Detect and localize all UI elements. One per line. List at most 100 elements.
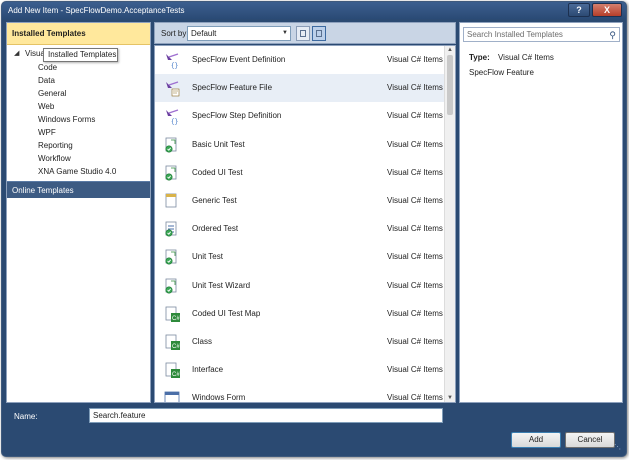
tree-item-code[interactable]: Code [7, 61, 150, 74]
template-row[interactable]: Unit Test Wizard Visual C# Items [155, 272, 444, 300]
template-category: Visual C# Items [387, 55, 443, 64]
svg-text:{}: {} [171, 62, 178, 69]
template-category: Visual C# Items [387, 337, 443, 346]
cancel-button[interactable]: Cancel [565, 432, 615, 448]
dialog-title: Add New Item - SpecFlowDemo.AcceptanceTe… [8, 6, 185, 15]
tree-item-reporting[interactable]: Reporting [7, 139, 150, 152]
template-name: Ordered Test [192, 224, 239, 234]
search-placeholder: Search Installed Templates [467, 30, 563, 39]
coded-ui-test-icon [163, 164, 181, 182]
template-row[interactable]: Ordered Test Visual C# Items [155, 215, 444, 243]
template-categories-panel: Installed Templates ◢ Visual Code Data Gen… [6, 22, 151, 403]
close-button[interactable]: X [592, 3, 622, 17]
svg-text:{}: {} [171, 118, 178, 125]
template-row[interactable]: {} SpecFlow Step Definition Visual C# Item… [155, 102, 444, 130]
template-row[interactable]: Unit Test Visual C# Items [155, 243, 444, 271]
template-name: Coded UI Test [192, 167, 243, 177]
svg-text:C#: C# [172, 316, 180, 322]
tree-item-general[interactable]: General [7, 87, 150, 100]
detail-view-icon [316, 30, 322, 37]
template-description: SpecFlow Feature [469, 68, 534, 77]
template-name: Unit Test [192, 252, 223, 262]
tree-item-windows-forms[interactable]: Windows Forms [7, 113, 150, 126]
scroll-up-icon[interactable]: ▲ [447, 47, 453, 53]
name-label: Name: [14, 412, 38, 421]
template-list-scrollbar[interactable]: ▲ ▼ [444, 46, 455, 402]
tree-children: Code Data General Web Windows Forms WPF Report… [7, 61, 150, 178]
template-row[interactable]: {} SpecFlow Event Definition Visual C# Ite… [155, 46, 444, 74]
template-category: Visual C# Items [387, 365, 443, 375]
sort-label: Sort by: [161, 29, 189, 38]
template-category: Visual C# Items [387, 224, 443, 234]
template-category: Visual C# Items [387, 196, 443, 205]
template-name: Unit Test Wizard [192, 280, 251, 290]
chevron-down-icon: ▼ [282, 30, 288, 36]
template-category: Visual C# Items [387, 111, 443, 121]
tree-item-workflow[interactable]: Workflow [7, 152, 150, 165]
template-name: Class [192, 337, 213, 346]
add-button[interactable]: Add [511, 432, 561, 448]
template-category: Visual C# Items [387, 280, 443, 290]
template-row[interactable]: Generic Test Visual C# Items [155, 187, 444, 215]
resize-grip-icon[interactable]: ⋱ [614, 443, 621, 451]
tooltip: Installed Templates [43, 48, 118, 62]
template-row[interactable]: Coded UI Test Visual C# Items [155, 159, 444, 187]
template-row[interactable]: C# Interface Visual C# Items [155, 356, 444, 384]
type-line: Type: Visual C# Items [469, 53, 554, 62]
template-category: Visual C# Items [387, 83, 443, 93]
dialog-body: Installed Templates ◢ Visual Code Data Gen… [6, 22, 623, 453]
installed-templates-header[interactable]: Installed Templates [7, 23, 150, 45]
unit-test-icon [163, 248, 181, 266]
help-button[interactable]: ? [568, 3, 590, 17]
name-input[interactable]: Search.feature [89, 408, 443, 423]
add-new-item-dialog: Add New Item - SpecFlowDemo.AcceptanceTe… [1, 1, 627, 457]
template-row[interactable]: Basic Unit Test Visual C# Items [155, 131, 444, 159]
tree-item-web[interactable]: Web [7, 100, 150, 113]
template-row[interactable]: C# Class Visual C# Items [155, 328, 444, 356]
template-row[interactable]: SpecFlow Feature File Visual C# Items [155, 74, 444, 103]
template-name: Coded UI Test Map [192, 308, 261, 318]
template-details-panel: Search Installed Templates ⚲ Type: Visua… [459, 22, 623, 403]
sort-value: Default [191, 29, 217, 38]
sort-toolbar: Sort by: Default ▼ [154, 22, 456, 44]
unit-test-icon [163, 136, 181, 154]
online-templates-item[interactable]: Online Templates [7, 181, 150, 198]
template-list: {} SpecFlow Event Definition Visual C# Ite… [154, 45, 456, 403]
specflow-feature-icon [163, 79, 181, 97]
template-name: Generic Test [192, 196, 237, 205]
svg-text:C#: C# [172, 344, 180, 350]
template-category: Visual C# Items [387, 139, 443, 149]
tree-item-data[interactable]: Data [7, 74, 150, 87]
scroll-down-icon[interactable]: ▼ [447, 395, 453, 401]
template-name: Interface [192, 365, 224, 375]
template-row[interactable]: C# Coded UI Test Map Visual C# Items [155, 300, 444, 328]
unit-test-wizard-icon [163, 277, 181, 295]
title-bar: Add New Item - SpecFlowDemo.AcceptanceTe… [2, 2, 626, 19]
template-name: SpecFlow Feature File [192, 83, 273, 93]
class-icon: C# [163, 333, 181, 351]
template-name: Basic Unit Test [192, 139, 245, 149]
list-view-icon [300, 30, 306, 37]
template-category: Visual C# Items [387, 308, 443, 318]
template-name: SpecFlow Event Definition [192, 55, 286, 64]
specflow-event-icon: {} [163, 51, 181, 69]
expand-arrow-icon[interactable]: ◢ [14, 47, 19, 61]
generic-test-icon [163, 192, 181, 210]
interface-icon: C# [163, 361, 181, 379]
template-name: Windows Form [192, 393, 246, 403]
small-icons-view-button[interactable] [296, 26, 310, 41]
template-row[interactable]: Windows Form Visual C# Items [155, 384, 444, 403]
sort-dropdown[interactable]: Default ▼ [187, 26, 291, 41]
template-category: Visual C# Items [387, 252, 443, 262]
search-icon[interactable]: ⚲ [609, 29, 616, 42]
tree-item-wpf[interactable]: WPF [7, 126, 150, 139]
search-templates-input[interactable]: Search Installed Templates ⚲ [463, 27, 620, 42]
scrollbar-thumb[interactable] [447, 55, 453, 115]
tree-item-xna-game-studio-4-0[interactable]: XNA Game Studio 4.0 [7, 165, 150, 178]
medium-icons-view-button[interactable] [312, 26, 326, 41]
template-category: Visual C# Items [387, 167, 443, 177]
template-category: Visual C# Items [387, 393, 443, 403]
type-label: Type: [469, 53, 490, 62]
type-value: Visual C# Items [497, 53, 554, 62]
ui-test-map-icon: C# [163, 305, 181, 323]
